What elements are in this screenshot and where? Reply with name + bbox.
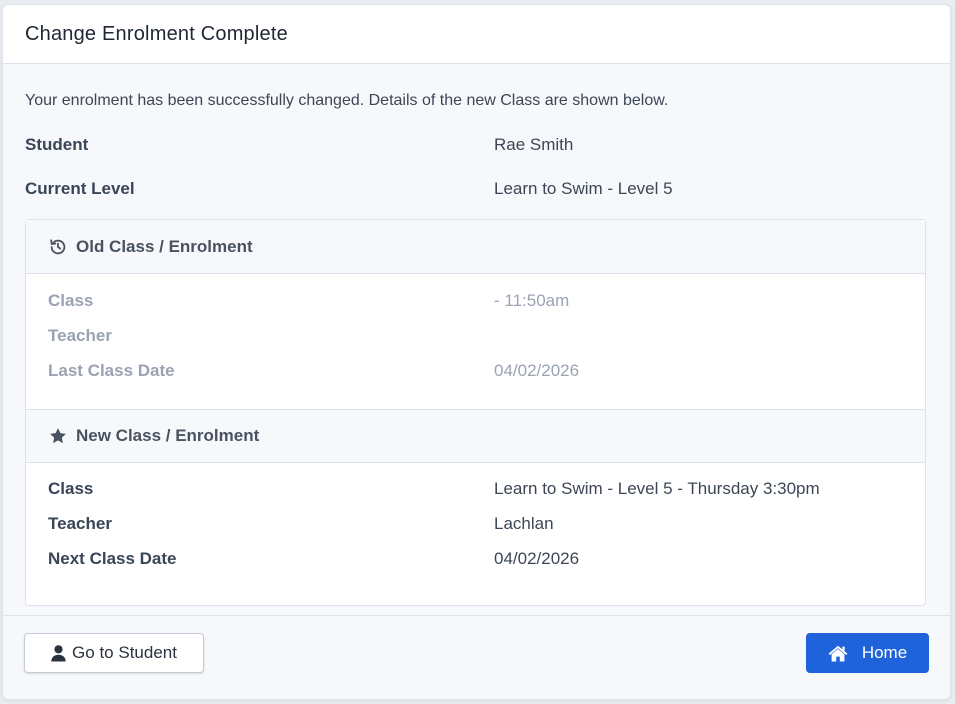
old-enrolment-details: Class - 11:50am Teacher Last Class Date … — [26, 274, 925, 409]
new-enrolment-header: New Class / Enrolment — [26, 409, 925, 463]
new-class-row: Class Learn to Swim - Level 5 - Thursday… — [48, 478, 903, 513]
home-icon — [828, 645, 848, 662]
change-enrolment-card: Change Enrolment Complete Your enrolment… — [2, 4, 951, 700]
student-value: Rae Smith — [494, 135, 574, 154]
old-enrolment-header: Old Class / Enrolment — [26, 220, 925, 274]
new-teacher-value: Lachlan — [494, 514, 554, 533]
go-to-student-button[interactable]: Go to Student — [24, 633, 204, 673]
go-to-student-label: Go to Student — [72, 643, 177, 662]
history-icon — [48, 237, 68, 257]
page-title: Change Enrolment Complete — [25, 22, 288, 45]
old-class-value: - 11:50am — [494, 291, 570, 310]
card-header: Change Enrolment Complete — [3, 5, 950, 64]
current-level-row: Current Level Learn to Swim - Level 5 — [25, 178, 928, 200]
new-teacher-label: Teacher — [48, 514, 112, 533]
old-class-row: Class - 11:50am — [48, 290, 903, 325]
user-icon — [51, 644, 66, 662]
home-label: Home — [861, 643, 908, 662]
old-teacher-label: Teacher — [48, 326, 112, 345]
new-class-label: Class — [48, 479, 94, 498]
old-class-label: Class — [48, 291, 94, 310]
new-teacher-row: Teacher Lachlan — [48, 513, 903, 548]
current-level-label: Current Level — [25, 179, 135, 198]
next-class-date-value: 04/02/2026 — [494, 549, 580, 568]
current-level-value: Learn to Swim - Level 5 — [494, 179, 673, 198]
old-enrolment-heading: Old Class / Enrolment — [76, 236, 253, 256]
card-body: Your enrolment has been successfully cha… — [3, 90, 950, 606]
star-icon — [48, 426, 68, 446]
home-button[interactable]: Home — [806, 633, 929, 673]
last-class-date-value: 04/02/2026 — [494, 361, 580, 380]
card-footer: Go to Student Home — [3, 615, 950, 699]
new-enrolment-details: Class Learn to Swim - Level 5 - Thursday… — [26, 463, 925, 605]
new-enrolment-heading: New Class / Enrolment — [76, 426, 260, 445]
new-date-row: Next Class Date 04/02/2026 — [48, 548, 903, 583]
new-class-value: Learn to Swim - Level 5 - Thursday 3:30p… — [494, 479, 820, 498]
next-class-date-label: Next Class Date — [48, 549, 177, 568]
old-date-row: Last Class Date 04/02/2026 — [48, 360, 903, 395]
student-row: Student Rae Smith — [25, 134, 928, 156]
intro-message: Your enrolment has been successfully cha… — [25, 92, 669, 109]
enrolment-panel: Old Class / Enrolment Class - 11:50am Te… — [25, 219, 926, 606]
student-label: Student — [25, 135, 89, 154]
last-class-date-label: Last Class Date — [48, 361, 175, 380]
old-teacher-row: Teacher — [48, 325, 903, 360]
